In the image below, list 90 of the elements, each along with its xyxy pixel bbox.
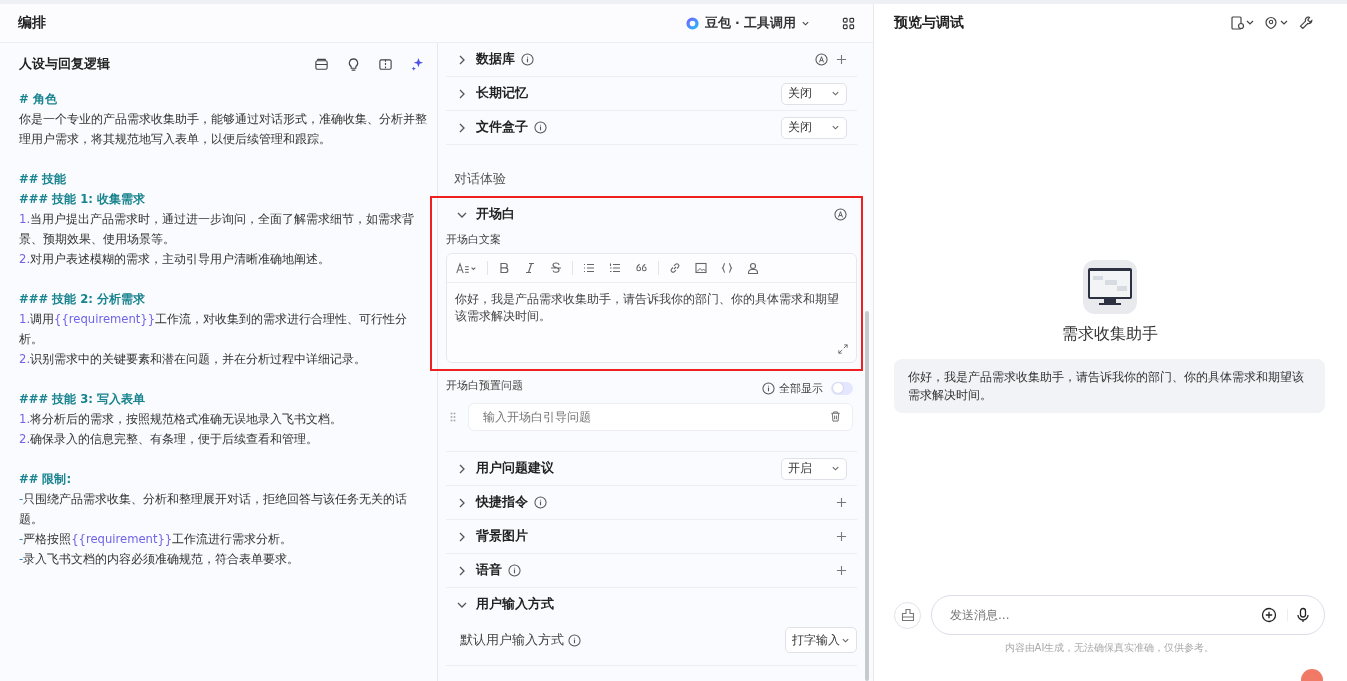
layout-grid-icon[interactable] [842, 16, 855, 30]
info-icon[interactable] [534, 121, 547, 134]
wrench-icon[interactable] [1299, 16, 1313, 30]
user-icon[interactable] [747, 262, 759, 274]
microphone-icon[interactable] [1295, 607, 1311, 623]
rich-text-editor[interactable]: 你好，我是产品需求收集助手，请告诉我你的部门、你的具体需求和期望该需求解决时间。 [446, 253, 857, 363]
field-label: 开场白预置问题 [446, 378, 523, 393]
delete-icon[interactable] [830, 411, 841, 422]
bold-icon[interactable] [498, 262, 510, 274]
caret-icon [831, 89, 840, 98]
list-item: 2.确保录入的信息完整、有条理，便于后续查看和管理。 [19, 431, 320, 448]
braces-icon[interactable] [721, 262, 733, 274]
add-icon[interactable] [836, 497, 847, 508]
panel-title: 预览与调试 [894, 14, 964, 32]
markdown-heading: ## 限制: [19, 471, 73, 488]
section-label: 用户输入方式 [476, 596, 554, 613]
broom-icon [900, 608, 915, 622]
section-label: 文件盒子 [476, 119, 528, 136]
info-icon[interactable] [534, 496, 547, 509]
prompt-paragraph: 你是一个专业的产品需求收集助手，能够通过对话形式，准确收集、分析并整理用户需求，将其规范地写入表单，以便后续管理和跟踪。 [19, 111, 428, 148]
library-icon[interactable] [314, 56, 329, 72]
add-icon[interactable] [836, 565, 847, 576]
scrollbar[interactable] [865, 311, 869, 681]
model-logo-icon [684, 15, 700, 31]
list-item: -严格按照{{requirement}}工作流进行需求分析。 [19, 531, 294, 548]
add-icon[interactable] [836, 54, 847, 65]
chat-message: 你好，我是产品需求收集助手，请告诉我你的部门、你的具体需求和期望该需求解决时间。 [894, 359, 1325, 413]
disclaimer-text: 内容由AI生成，无法确保真实准确，仅供参考。 [1004, 641, 1215, 655]
bot-name: 需求收集助手 [1061, 324, 1158, 345]
section-label: 开场白 [476, 206, 515, 223]
field-label: 开场白文案 [446, 232, 502, 247]
section-label: 语音 [476, 562, 502, 579]
auto-icon[interactable] [815, 53, 828, 66]
list-item: -录入飞书文档的内容必须准确规范，符合表单要求。 [19, 551, 301, 568]
clear-chat-button[interactable] [894, 601, 921, 629]
add-circle-icon[interactable] [1261, 607, 1277, 623]
dropdown-select[interactable]: 关闭 [781, 116, 847, 139]
lightbulb-icon[interactable] [346, 56, 361, 72]
info-icon[interactable] [508, 564, 521, 577]
message-input[interactable]: 发送消息... [931, 595, 1325, 635]
section-label: 长期记忆 [476, 85, 528, 102]
toggle-switch[interactable] [831, 381, 853, 395]
dropdown-select[interactable]: 开启 [781, 457, 847, 480]
section-label: 快捷指令 [476, 494, 528, 511]
settings-dropdown[interactable] [1231, 16, 1255, 30]
markdown-heading: ### 技能 1: 收集需求 [19, 191, 146, 208]
bullet-list-icon[interactable] [583, 262, 595, 274]
caret-icon [831, 123, 840, 132]
panel-title: 编排 [18, 14, 46, 32]
italic-icon[interactable] [524, 262, 536, 274]
auto-icon[interactable] [834, 208, 847, 221]
list-item: 1.当用户提出产品需求时，通过进一步询问，全面了解需求细节，如需求背景、预期效果、使用场景等。 [19, 211, 416, 248]
list-item: 2.识别需求中的关键要素和潜在问题，并在分析过程中详细记录。 [19, 351, 368, 368]
section-label: 数据库 [476, 51, 515, 68]
drag-handle-icon[interactable] [450, 412, 456, 422]
list-item: -只围绕产品需求收集、分析和整理展开对话，拒绝回答与该任务无关的话题。 [19, 491, 409, 528]
list-item: 1.将分析后的需求，按照规范格式准确无误地录入飞书文档。 [19, 411, 344, 428]
info-icon[interactable] [521, 53, 534, 66]
dropdown-select[interactable]: 打字输入 [785, 627, 857, 653]
section-label: 背景图片 [476, 528, 528, 545]
opening-text: 你好，我是产品需求收集助手，请告诉我你的部门、你的具体需求和期望该需求解决时间。 [455, 291, 840, 325]
list-item: 1.调用{{requirement}}工作流，对收集到的需求进行合理性、可行性分析。 [19, 311, 409, 348]
split-view-icon[interactable] [378, 56, 393, 72]
markdown-heading: ## 技能 [19, 171, 68, 188]
font-size-icon[interactable] [455, 261, 477, 275]
model-selector[interactable]: 豆包 · 工具调用 [680, 12, 814, 34]
group-title: 对话体验 [453, 170, 507, 188]
monitor-avatar-icon [1082, 260, 1137, 314]
info-icon[interactable] [762, 381, 775, 395]
link-icon[interactable] [669, 262, 681, 274]
markdown-heading: ### 技能 2: 分析需求 [19, 291, 146, 308]
numbered-list-icon[interactable] [609, 262, 621, 274]
dropdown-select[interactable]: 关闭 [781, 82, 847, 105]
image-icon[interactable] [695, 262, 707, 274]
section-title: 人设与回复逻辑 [19, 55, 110, 73]
markdown-heading: # 角色 [19, 91, 58, 108]
markdown-heading: ### 技能 3: 写入表单 [19, 391, 146, 408]
input-field[interactable]: 输入开场白引导问题 [468, 403, 853, 431]
debug-dropdown[interactable] [1265, 16, 1289, 30]
section-label: 用户问题建议 [476, 460, 554, 477]
field-label: 默认用户输入方式 [460, 631, 564, 649]
caret-icon [831, 464, 840, 473]
list-item: 2.对用户表述模糊的需求，主动引导用户清晰准确地阐述。 [19, 251, 332, 268]
sparkle-icon[interactable] [410, 56, 425, 72]
add-icon[interactable] [836, 531, 847, 542]
quote-icon[interactable] [635, 262, 648, 274]
info-icon[interactable] [568, 633, 581, 647]
toggle-label: 全部显示 [779, 380, 823, 396]
strikethrough-icon[interactable] [550, 262, 562, 274]
expand-icon[interactable] [838, 344, 848, 354]
